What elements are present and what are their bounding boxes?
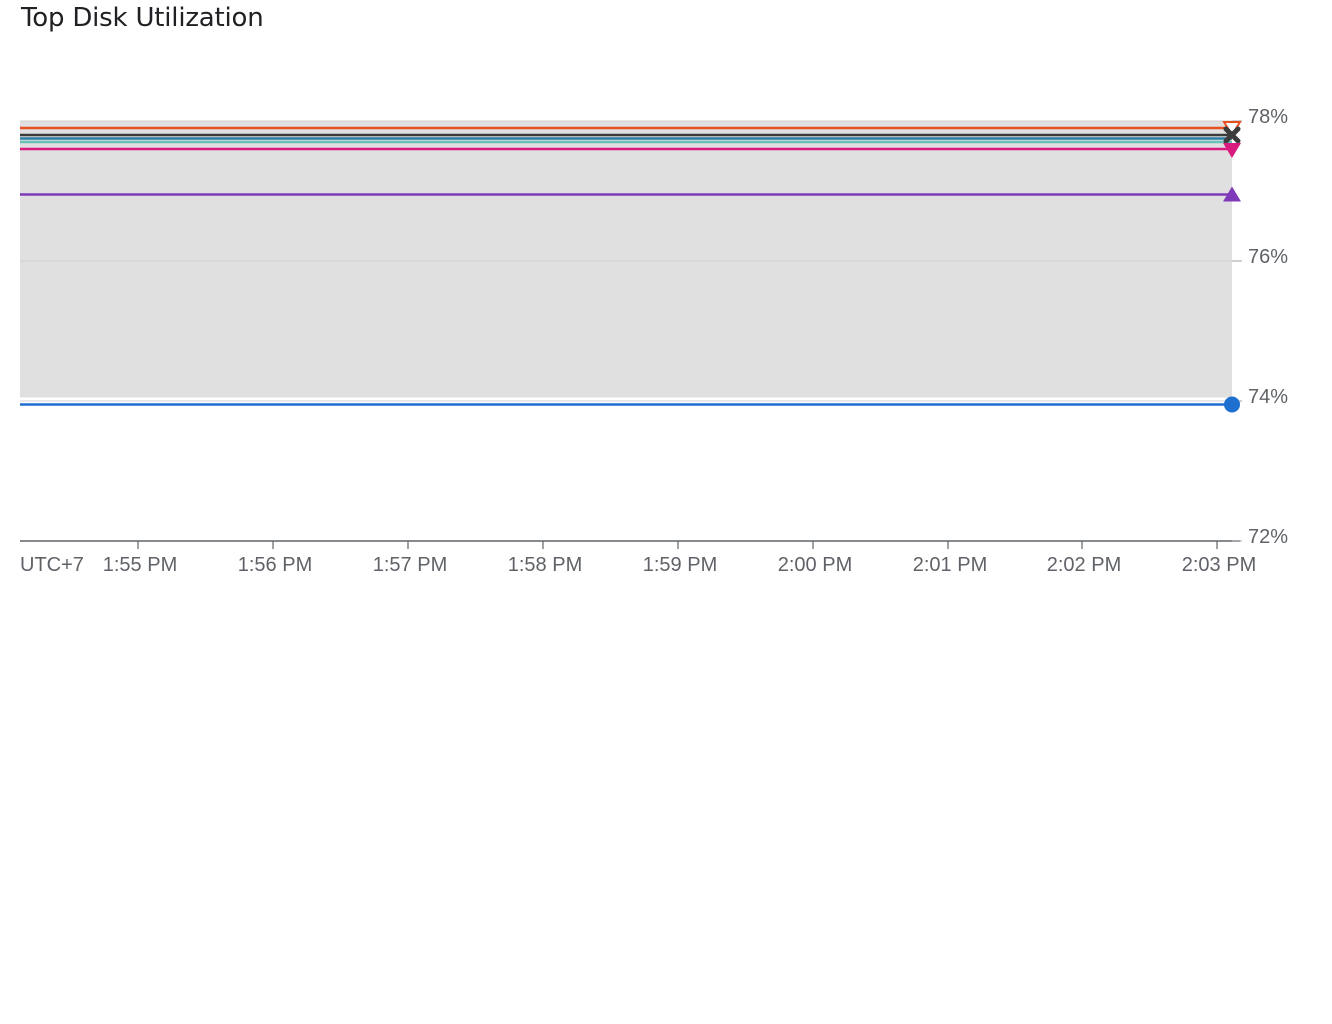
x-tick-label: 2:00 PM [778, 554, 852, 576]
y-tick-label: 74% [1248, 386, 1288, 408]
x-tick-label: 1:59 PM [643, 554, 717, 576]
x-tick-label: 1:58 PM [508, 554, 582, 576]
line-chart: 1:55 PM 1:56 PM 1:57 PM 1:58 PM 1:59 PM 2:00 … [20, 106, 1288, 576]
y-tick-label: 78% [1248, 106, 1288, 128]
y-axis-ticks: 72% 74% 76% 78% [1232, 106, 1288, 548]
y-tick-label: 76% [1248, 246, 1288, 268]
x-tick-label: 1:56 PM [238, 554, 312, 576]
x-tick-label: 2:03 PM [1182, 554, 1256, 576]
x-tick-label: 1:55 PM [103, 554, 177, 576]
series-marker [1224, 396, 1240, 413]
x-tick-label: 2:02 PM [1047, 554, 1121, 576]
timezone-label: UTC+7 [20, 554, 84, 576]
x-tick-label: 1:57 PM [373, 554, 447, 576]
y-tick-label: 72% [1248, 526, 1288, 548]
x-axis-ticks: 1:55 PM 1:56 PM 1:57 PM 1:58 PM 1:59 PM 2:00 … [103, 541, 1256, 576]
x-tick-label: 2:01 PM [913, 554, 987, 576]
range-band [20, 121, 1232, 398]
